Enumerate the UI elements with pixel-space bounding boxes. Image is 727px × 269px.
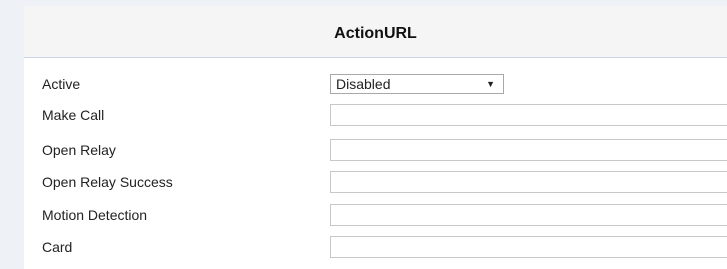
form-row-open-relay-success: Open Relay Success [24,169,727,195]
card-label: Card [42,239,73,255]
motion-detection-input[interactable] [330,204,727,226]
make-call-label: Make Call [42,107,105,123]
left-background-strip [0,0,24,269]
motion-detection-label: Motion Detection [42,207,148,223]
chevron-down-icon: ▼ [486,79,495,89]
active-select-value: Disabled [336,76,391,92]
open-relay-success-input[interactable] [330,171,727,193]
active-label: Active [42,76,81,92]
open-relay-label: Open Relay [42,142,116,158]
form-row-open-relay: Open Relay [24,137,727,163]
open-relay-input[interactable] [330,139,727,161]
form-row-active: Active Disabled ▼ [24,71,727,97]
card-input[interactable] [330,236,727,258]
active-select[interactable]: Disabled ▼ [330,74,504,94]
form-row-make-call: Make Call [24,102,727,128]
form-row-motion-detection: Motion Detection [24,202,727,228]
make-call-input[interactable] [330,104,727,126]
section-title: ActionURL [24,6,727,58]
form-row-card: Card [24,234,727,260]
open-relay-success-label: Open Relay Success [42,174,173,190]
